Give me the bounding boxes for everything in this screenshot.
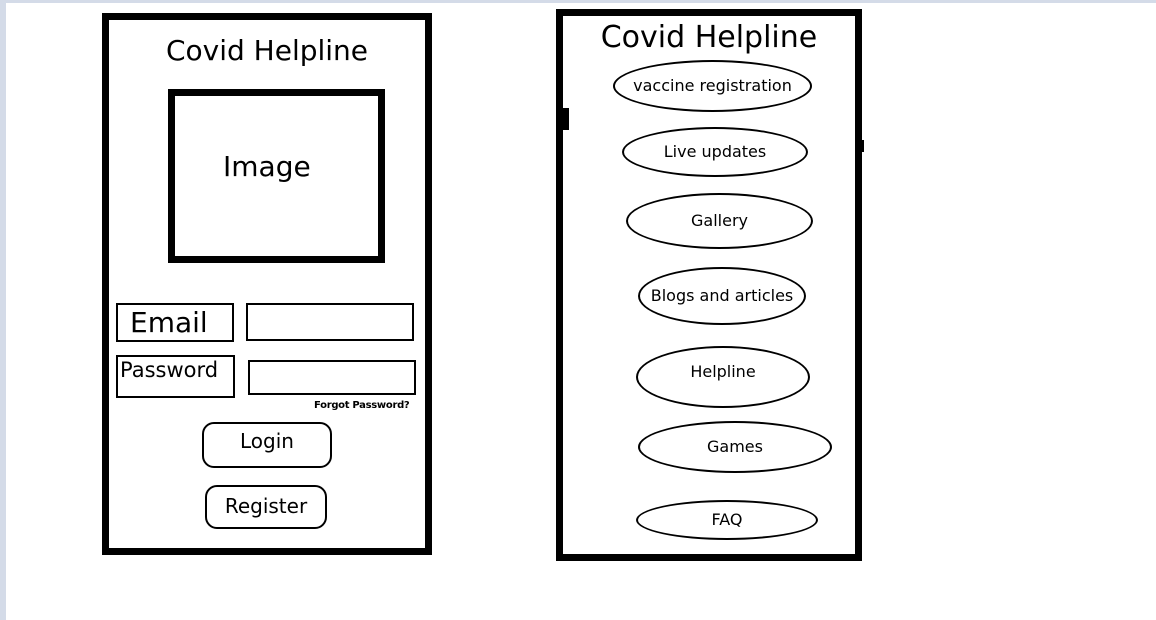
page-top-border: [0, 0, 1156, 3]
image-placeholder-label: Image: [223, 150, 311, 183]
menu-item-gallery[interactable]: Gallery: [626, 193, 813, 249]
sketch-mark-left: [560, 108, 569, 130]
menu-screen-title: Covid Helpline: [600, 20, 818, 55]
email-field[interactable]: [246, 303, 414, 341]
password-label: Password: [116, 355, 235, 398]
menu-item-vaccine-registration[interactable]: vaccine registration: [613, 60, 812, 112]
menu-item-live-updates[interactable]: Live updates: [622, 127, 808, 177]
menu-item-games[interactable]: Games: [638, 421, 832, 473]
login-screen-frame: Covid Helpline Image Email Password Forg…: [102, 13, 432, 555]
register-button[interactable]: Register: [205, 485, 327, 529]
login-screen-title: Covid Helpline: [165, 34, 369, 67]
image-placeholder: Image: [168, 89, 385, 263]
page-left-border: [0, 0, 6, 620]
password-field[interactable]: [248, 360, 416, 395]
menu-screen-frame: Covid Helpline vaccine registration Live…: [556, 9, 862, 561]
forgot-password-link[interactable]: Forgot Password?: [314, 400, 410, 411]
menu-item-blogs-and-articles[interactable]: Blogs and articles: [638, 267, 806, 325]
menu-item-faq[interactable]: FAQ: [636, 500, 818, 540]
sketch-mark-right: [855, 140, 864, 152]
menu-item-helpline[interactable]: Helpline: [636, 346, 810, 408]
login-button[interactable]: Login: [202, 422, 332, 468]
email-label: Email: [116, 303, 234, 342]
